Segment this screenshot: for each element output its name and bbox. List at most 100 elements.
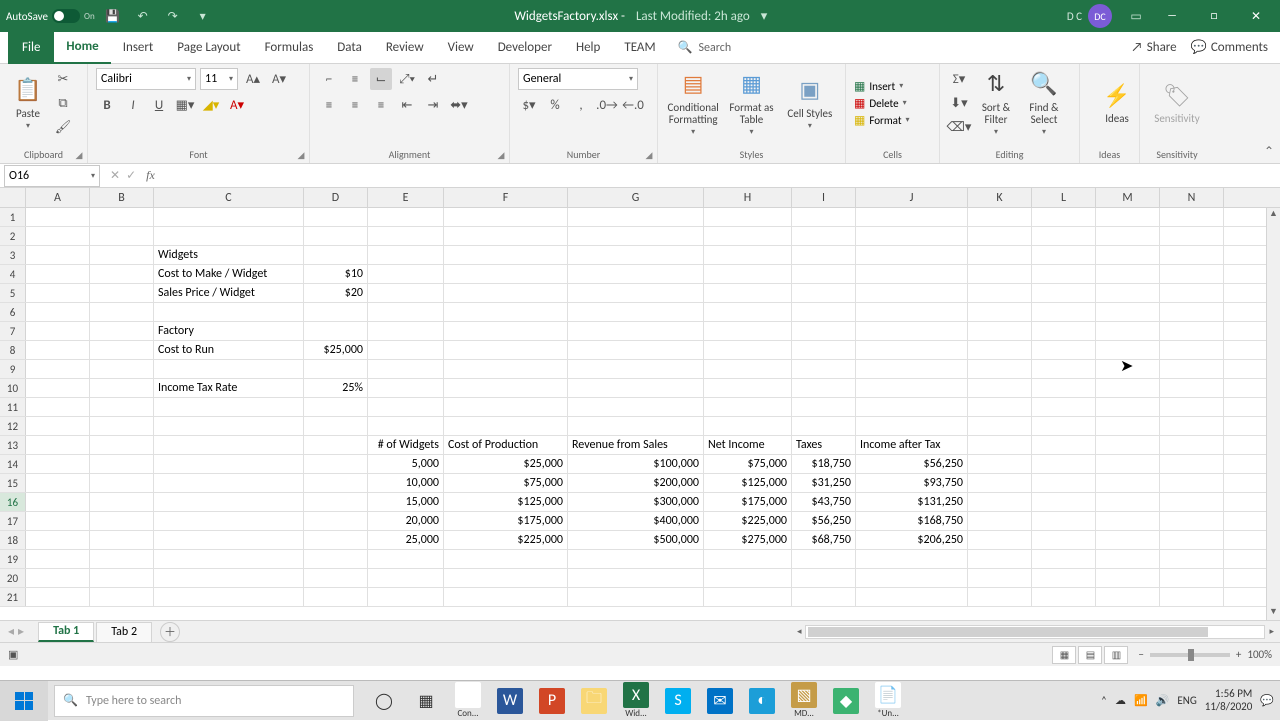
borders-icon[interactable]: ▦▾ [174,94,196,116]
comments-button[interactable]: 💬 Comments [1191,40,1268,55]
cell-H6[interactable] [704,303,792,321]
cell-M15[interactable] [1096,474,1160,492]
cell-D20[interactable] [304,569,368,587]
cell-M10[interactable] [1096,379,1160,397]
row-header-6[interactable]: 6 [0,303,26,321]
cell-I17[interactable]: $56,250 [792,512,856,530]
column-header-K[interactable]: K [968,188,1032,207]
maximize-button[interactable]: □ [1196,0,1232,32]
increase-font-icon[interactable]: A▴ [242,68,264,90]
cell-K20[interactable] [968,569,1032,587]
cell-H18[interactable]: $275,000 [704,531,792,549]
cell-F12[interactable] [444,417,568,435]
taskbar-maps-icon[interactable]: ◆ [826,681,866,721]
cell-F19[interactable] [444,550,568,568]
font-size-dropdown[interactable]: 11▾ [200,68,238,90]
cut-icon[interactable]: ✂ [52,68,74,90]
autosave-switch[interactable] [52,9,80,23]
cell-M9[interactable] [1096,360,1160,378]
cell-N4[interactable] [1160,265,1224,283]
tab-developer[interactable]: Developer [486,32,564,64]
cell-M5[interactable] [1096,284,1160,302]
cell-K12[interactable] [968,417,1032,435]
orientation-icon[interactable]: ⤢▾ [396,68,418,90]
cell-G14[interactable]: $100,000 [568,455,704,473]
row-header-7[interactable]: 7 [0,322,26,340]
cell-E2[interactable] [368,227,444,245]
cell-L13[interactable] [1032,436,1096,454]
cell-H10[interactable] [704,379,792,397]
minimize-button[interactable]: ― [1154,0,1190,32]
cell-E21[interactable] [368,588,444,606]
normal-view-button[interactable]: ▦ [1052,646,1076,664]
cell-H13[interactable]: Net Income [704,436,792,454]
row-header-21[interactable]: 21 [0,588,26,606]
sheet-nav-last-icon[interactable]: ▸ [18,624,24,639]
number-launcher-icon[interactable]: ◢ [643,149,655,161]
align-bottom-icon[interactable]: ⌙ [370,68,392,90]
page-layout-view-button[interactable]: ▤ [1078,646,1102,664]
zoom-in-icon[interactable]: + [1236,648,1241,661]
scroll-up-icon[interactable]: ▲ [1267,208,1280,222]
cell-N3[interactable] [1160,246,1224,264]
taskbar-chrome-icon[interactable]: ◉Con... [448,681,488,721]
cell-E4[interactable] [368,265,444,283]
cell-E6[interactable] [368,303,444,321]
clipboard-launcher-icon[interactable]: ◢ [73,149,85,161]
cell-F14[interactable]: $25,000 [444,455,568,473]
cell-H20[interactable] [704,569,792,587]
cell-M1[interactable] [1096,208,1160,226]
cell-J16[interactable]: $131,250 [856,493,968,511]
start-button[interactable] [0,681,48,721]
taskbar-edge-icon[interactable]: ◐ [742,681,782,721]
cell-M8[interactable] [1096,341,1160,359]
cell-L11[interactable] [1032,398,1096,416]
cell-E9[interactable] [368,360,444,378]
cell-F18[interactable]: $225,000 [444,531,568,549]
cell-I19[interactable] [792,550,856,568]
tray-wifi-icon[interactable]: 📶 [1134,694,1148,707]
cell-A6[interactable] [26,303,90,321]
align-top-icon[interactable]: ⌐ [318,68,340,90]
cell-D18[interactable] [304,531,368,549]
cell-N2[interactable] [1160,227,1224,245]
cell-M20[interactable] [1096,569,1160,587]
cell-F16[interactable]: $125,000 [444,493,568,511]
clear-icon[interactable]: ⌫▾ [948,116,970,138]
taskbar-explorer-icon[interactable]: 🗀 [574,681,614,721]
cell-J4[interactable] [856,265,968,283]
cell-I18[interactable]: $68,750 [792,531,856,549]
cell-L7[interactable] [1032,322,1096,340]
cell-N21[interactable] [1160,588,1224,606]
cell-C19[interactable] [154,550,304,568]
tray-clock[interactable]: 1:56 PM 11/8/2020 [1205,688,1253,712]
currency-icon[interactable]: $▾ [518,94,540,116]
cell-B5[interactable] [90,284,154,302]
hscroll-left-icon[interactable]: ◂ [797,626,802,637]
row-header-16[interactable]: 16 [0,493,26,511]
cell-C6[interactable] [154,303,304,321]
cell-B6[interactable] [90,303,154,321]
italic-icon[interactable]: I [122,94,144,116]
format-as-table-button[interactable]: ▦Format as Table▾ [724,68,778,138]
cell-D15[interactable] [304,474,368,492]
zoom-out-icon[interactable]: − [1138,648,1143,661]
cell-J12[interactable] [856,417,968,435]
cell-G15[interactable]: $200,000 [568,474,704,492]
cell-N18[interactable] [1160,531,1224,549]
column-header-N[interactable]: N [1160,188,1224,207]
cell-B14[interactable] [90,455,154,473]
cell-F6[interactable] [444,303,568,321]
tab-page-layout[interactable]: Page Layout [165,32,252,64]
cell-J2[interactable] [856,227,968,245]
decrease-font-icon[interactable]: A▾ [268,68,290,90]
page-break-view-button[interactable]: ▥ [1104,646,1128,664]
cell-F7[interactable] [444,322,568,340]
find-select-button[interactable]: 🔍Find & Select▾ [1022,68,1066,138]
tab-formulas[interactable]: Formulas [253,32,326,64]
cell-C13[interactable] [154,436,304,454]
notifications-icon[interactable]: 💬 [1260,694,1274,707]
bold-icon[interactable]: B [96,94,118,116]
cell-E11[interactable] [368,398,444,416]
cell-A14[interactable] [26,455,90,473]
